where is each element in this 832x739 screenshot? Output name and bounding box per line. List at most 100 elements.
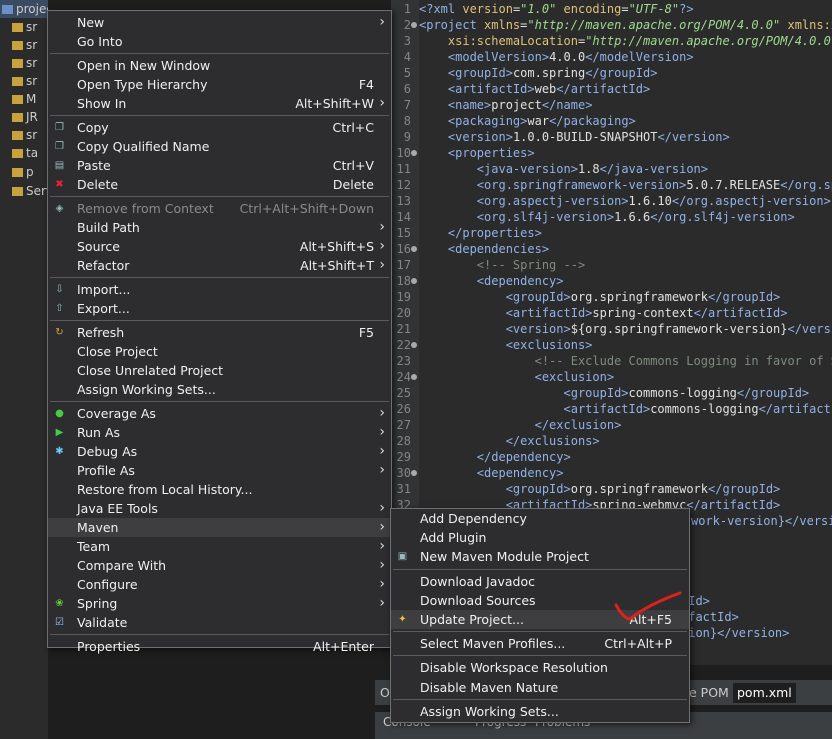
line-number: 17: [396, 258, 411, 272]
menu-item-build-path[interactable]: Build Path ›: [48, 218, 391, 237]
menu-item-import[interactable]: ⇩ Import...: [48, 280, 391, 299]
menu-item-profile-as[interactable]: Profile As ›: [48, 461, 391, 480]
explorer-root-project[interactable]: project: [0, 0, 48, 18]
menu-item-properties[interactable]: Properties Alt+Enter: [48, 637, 391, 656]
code-text: xsi:schemaLocation="http://maven.apache.…: [447, 34, 831, 48]
menu-item-add-plugin[interactable]: Add Plugin: [391, 528, 689, 547]
menu-item-shortcut: Alt+Shift+T: [300, 258, 374, 273]
menu-item-validate[interactable]: ☑ Validate: [48, 613, 391, 632]
menu-item-shortcut: F4: [358, 77, 374, 92]
menu-item-label: Add Plugin: [420, 530, 487, 546]
code-line: 3 xsi:schemaLocation="http://maven.apach…: [391, 33, 832, 49]
explorer-item[interactable]: sr: [0, 54, 48, 72]
code-fragment: ifactId>: [681, 610, 739, 624]
menu-item-export[interactable]: ⇧ Export...: [48, 299, 391, 318]
explorer-item[interactable]: sr: [0, 36, 48, 54]
menu-item-copy-qualified-name[interactable]: ❐ Copy Qualified Name: [48, 137, 391, 156]
menu-item-label: Properties: [77, 639, 141, 654]
chevron-right-icon: ›: [379, 519, 385, 535]
menu-item-label: Spring: [77, 596, 118, 611]
menu-item-select-maven-profiles[interactable]: Select Maven Profiles... Ctrl+Alt+P: [391, 634, 689, 653]
menu-item-refresh[interactable]: ↻ Refresh F5: [48, 323, 391, 342]
menu-item-configure[interactable]: Configure ›: [48, 575, 391, 594]
menu-item-shortcut: Alt+Shift+W: [295, 96, 374, 111]
explorer-item[interactable]: sr: [0, 18, 48, 36]
menu-item-copy[interactable]: ❐ Copy Ctrl+C: [48, 118, 391, 137]
code-text: <groupId>org.springframework</groupId>: [505, 290, 781, 304]
line-number: 22: [396, 338, 411, 352]
editor-tab[interactable]: O: [380, 683, 390, 703]
menu-item-java-ee-tools[interactable]: Java EE Tools ›: [48, 499, 391, 518]
explorer-item[interactable]: JR: [0, 108, 48, 126]
menu-item-run-as[interactable]: ▶ Run As ›: [48, 423, 391, 442]
menu-item-delete[interactable]: ✖ Delete Delete: [48, 175, 391, 194]
paste-icon: ▤: [54, 160, 65, 171]
code-line: 6 <artifactId>web</artifactId>: [391, 81, 832, 97]
menu-item-label: Java EE Tools: [77, 501, 158, 516]
menu-item-close-unrelated-project[interactable]: Close Unrelated Project: [48, 361, 391, 380]
menu-item-label: Assign Working Sets...: [77, 382, 216, 397]
menu-item-shortcut: Ctrl+Alt+Shift+Down: [239, 201, 374, 216]
menu-item-maven[interactable]: Maven ›: [48, 518, 391, 537]
fold-marker-icon[interactable]: [411, 246, 417, 252]
menu-separator: [393, 655, 687, 657]
menu-item-disable-workspace-resolution[interactable]: Disable Workspace Resolution: [391, 658, 689, 677]
maven-module-icon: ▣: [397, 551, 408, 563]
menu-item-team[interactable]: Team ›: [48, 537, 391, 556]
explorer-item[interactable]: sr: [0, 72, 48, 90]
fold-marker-icon[interactable]: [411, 22, 417, 28]
menu-item-coverage-as[interactable]: ● Coverage As ›: [48, 404, 391, 423]
line-number: 31: [396, 482, 411, 496]
menu-item-new-maven-module-project[interactable]: ▣ New Maven Module Project: [391, 547, 689, 566]
fold-marker-icon[interactable]: [411, 278, 417, 284]
menu-item-new[interactable]: New ›: [48, 13, 391, 32]
explorer-item[interactable]: Serv: [0, 182, 48, 200]
menu-item-disable-maven-nature[interactable]: Disable Maven Nature: [391, 678, 689, 697]
remove-context-icon: ◈: [55, 203, 64, 214]
menu-item-debug-as[interactable]: ✱ Debug As ›: [48, 442, 391, 461]
folder-icon: [12, 23, 23, 32]
menu-item-show-in[interactable]: Show In Alt+Shift+W ›: [48, 94, 391, 113]
menu-item-paste[interactable]: ▤ Paste Ctrl+V: [48, 156, 391, 175]
menu-item-restore-from-local-history[interactable]: Restore from Local History...: [48, 480, 391, 499]
code-fragment: sion}</version>: [681, 626, 790, 640]
editor-tab[interactable]: e POM: [689, 683, 729, 703]
explorer-item-label: JR: [26, 110, 38, 124]
menu-item-compare-with[interactable]: Compare With ›: [48, 556, 391, 575]
menu-item-label: New Maven Module Project: [420, 549, 589, 565]
menu-item-close-project[interactable]: Close Project: [48, 342, 391, 361]
fold-marker-icon[interactable]: [411, 470, 417, 476]
menu-item-assign-working-sets[interactable]: Assign Working Sets...: [48, 380, 391, 399]
fold-marker-icon[interactable]: [411, 342, 417, 348]
menu-item-assign-working-sets[interactable]: Assign Working Sets...: [391, 702, 689, 721]
menu-item-label: Close Unrelated Project: [77, 363, 224, 378]
fold-marker-icon[interactable]: [411, 150, 417, 156]
editor-tab[interactable]: pom.xml: [733, 683, 796, 703]
menu-item-spring[interactable]: ❀ Spring ›: [48, 594, 391, 613]
explorer-item[interactable]: sr: [0, 126, 48, 144]
line-number: 1: [403, 2, 411, 16]
line-number: 16: [396, 242, 411, 256]
menu-item-label: New: [77, 15, 105, 30]
menu-item-shortcut: Ctrl+V: [332, 158, 374, 173]
export-icon: ⇧: [55, 303, 64, 314]
line-number: 14: [396, 210, 411, 224]
spring-icon: ❀: [55, 598, 64, 609]
code-line: 30 <dependency>: [391, 465, 832, 481]
folder-icon: [12, 131, 23, 140]
explorer-item[interactable]: M: [0, 90, 48, 108]
menu-item-open-in-new-window[interactable]: Open in New Window: [48, 56, 391, 75]
menu-item-shortcut: Ctrl+Alt+P: [604, 636, 672, 652]
menu-item-source[interactable]: Source Alt+Shift+S ›: [48, 237, 391, 256]
menu-item-go-into[interactable]: Go Into: [48, 32, 391, 51]
menu-item-refactor[interactable]: Refactor Alt+Shift+T ›: [48, 256, 391, 275]
menu-item-label: Restore from Local History...: [77, 482, 253, 497]
menu-item-open-type-hierarchy[interactable]: Open Type Hierarchy F4: [48, 75, 391, 94]
explorer-item[interactable]: p: [0, 163, 48, 181]
explorer-item[interactable]: ta: [0, 144, 48, 162]
code-line: 4 <modelVersion>4.0.0</modelVersion>: [391, 49, 832, 65]
import-icon: ⇩: [55, 284, 64, 295]
fold-marker-icon[interactable]: [411, 374, 417, 380]
menu-item-add-dependency[interactable]: Add Dependency: [391, 509, 689, 528]
code-text: <dependency>: [476, 466, 564, 480]
